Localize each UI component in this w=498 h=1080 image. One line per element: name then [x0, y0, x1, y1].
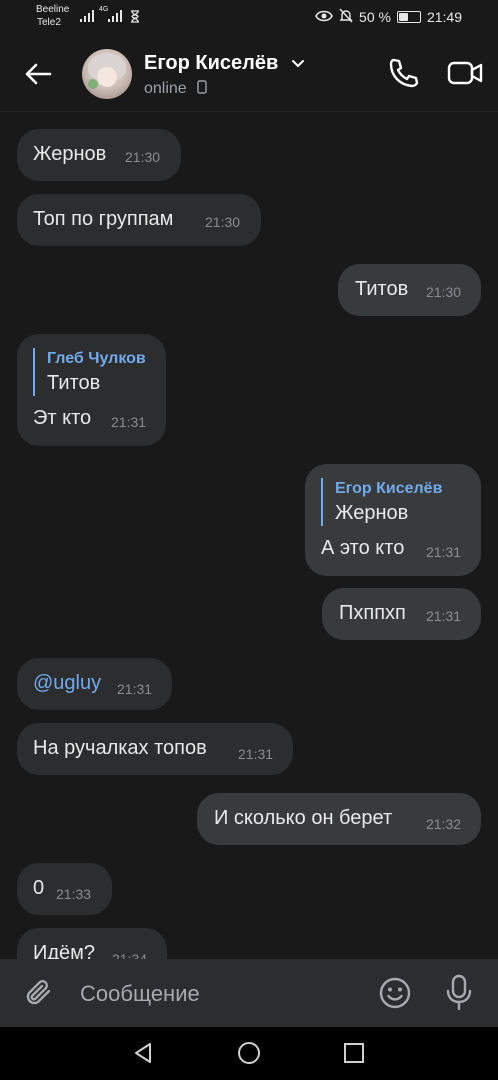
avatar-face — [97, 67, 117, 87]
message-text: Титов — [355, 278, 409, 300]
message-composer: Сообщение — [0, 959, 498, 1027]
system-nav-bar — [0, 1027, 498, 1080]
peer-status-text: online — [144, 80, 187, 97]
reply-text: Титов — [47, 372, 101, 394]
nav-home-icon[interactable] — [237, 1041, 261, 1065]
signal-icon-2 — [108, 10, 124, 25]
message-text: Идём? — [33, 942, 96, 959]
chevron-down-icon[interactable] — [291, 56, 305, 70]
chat-header: Егор Киселёв online — [0, 36, 498, 112]
reply-author: Глеб Чулков — [47, 350, 146, 367]
message-bubble[interactable]: Егор Киселёв Жернов А это кто 21:31 — [305, 464, 481, 576]
reply-quote[interactable]: Егор Киселёв Жернов — [321, 478, 442, 526]
message-bubble[interactable]: И сколько он берет 21:32 — [197, 793, 481, 845]
message-time: 21:31 — [426, 608, 462, 624]
status-bar: Beeline Tele2 4G 50 % 21:49 — [0, 0, 498, 36]
signal-icon — [80, 10, 96, 25]
mobile-device-icon — [197, 80, 207, 94]
peer-status: online — [144, 80, 207, 98]
message-text: Пхппхп — [339, 602, 406, 624]
hourglass-icon — [130, 10, 140, 26]
reply-quote[interactable]: Глеб Чулков Титов — [33, 348, 146, 396]
peer-name[interactable]: Егор Киселёв — [144, 52, 278, 75]
message-time: 21:31 — [426, 544, 462, 560]
message-text: Топ по группам — [33, 208, 174, 230]
network-badge: 4G — [99, 6, 109, 13]
paperclip-icon[interactable] — [22, 976, 56, 1010]
carrier-2: Tele2 — [37, 17, 61, 28]
message-text: Эт кто — [33, 407, 92, 429]
avatar-flower — [88, 79, 98, 89]
message-bubble[interactable]: На ручалках топов 21:31 — [17, 723, 293, 775]
emoji-icon[interactable] — [378, 976, 412, 1010]
avatar[interactable] — [82, 49, 132, 99]
message-input[interactable]: Сообщение — [80, 981, 200, 1007]
message-bubble[interactable]: Титов 21:30 — [338, 264, 481, 316]
eye-icon — [315, 9, 333, 25]
message-list[interactable]: Жернов 21:30 Топ по группам 21:30 Титов … — [0, 113, 498, 959]
status-time: 21:49 — [426, 9, 462, 25]
phone-icon[interactable] — [386, 56, 420, 90]
status-right: 50 % 21:49 — [315, 8, 462, 26]
message-time: 21:32 — [426, 816, 462, 832]
mention-link[interactable]: @ugluy — [33, 672, 101, 695]
microphone-icon[interactable] — [444, 974, 474, 1012]
message-bubble[interactable]: Пхппхп 21:31 — [322, 588, 481, 640]
battery-icon — [396, 11, 421, 23]
message-time: 21:30 — [426, 284, 462, 300]
message-bubble[interactable]: Идём? 21:34 — [17, 928, 167, 959]
message-bubble[interactable]: Жернов 21:30 — [17, 129, 181, 181]
message-time: 21:31 — [117, 681, 153, 697]
message-text: Жернов — [33, 143, 107, 165]
message-time: 21:31 — [238, 746, 274, 762]
reply-text: Жернов — [335, 502, 409, 524]
back-button[interactable] — [18, 54, 58, 94]
message-time: 21:30 — [205, 214, 241, 230]
message-bubble[interactable]: Глеб Чулков Титов Эт кто 21:31 — [17, 334, 166, 446]
battery-percent: 50 % — [359, 9, 391, 25]
message-time: 21:31 — [111, 414, 147, 430]
video-call-icon[interactable] — [446, 56, 484, 90]
message-text: 0 — [33, 877, 45, 899]
message-text: И сколько он берет — [214, 807, 393, 829]
message-time: 21:30 — [125, 149, 161, 165]
bell-off-icon — [339, 8, 353, 26]
message-bubble[interactable]: Топ по группам 21:30 — [17, 194, 261, 246]
message-text: На ручалках топов — [33, 737, 207, 759]
message-time: 21:34 — [112, 951, 148, 959]
message-time: 21:33 — [56, 886, 92, 902]
nav-back-icon[interactable] — [131, 1041, 155, 1065]
carrier-1: Beeline — [36, 4, 70, 15]
message-bubble[interactable]: @ugluy 21:31 — [17, 658, 172, 710]
reply-author: Егор Киселёв — [335, 480, 443, 497]
nav-recents-icon[interactable] — [343, 1042, 365, 1064]
message-bubble[interactable]: 0 21:33 — [17, 863, 112, 915]
battery-level — [398, 13, 409, 21]
carrier-names: Beeline Tele2 — [36, 3, 69, 29]
back-arrow-icon — [25, 63, 52, 85]
message-text: А это кто — [321, 537, 405, 559]
